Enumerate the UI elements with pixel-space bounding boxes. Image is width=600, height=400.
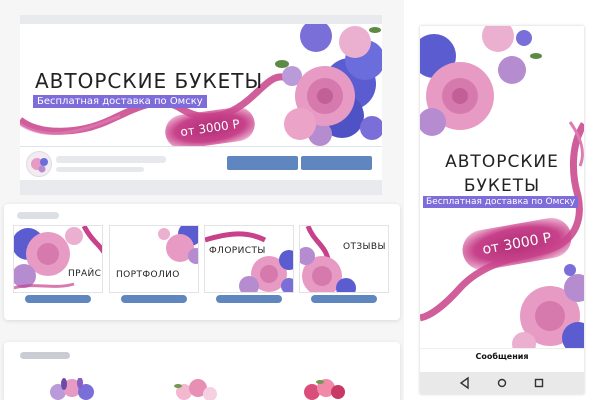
avatar-flowers-icon (27, 152, 51, 176)
product-bouquet-image[interactable] (296, 378, 352, 400)
cover-subtitle-badge: Бесплатная доставка по Омску (33, 95, 207, 108)
tile-flowers-image (205, 231, 293, 292)
mobile-cover-title-line2: БУКЕТЫ (463, 176, 541, 196)
android-nav-bar (420, 372, 584, 394)
mobile-cover-subtitle-badge: Бесплатная доставка по Омску (423, 196, 579, 208)
community-status-placeholder (56, 167, 144, 172)
menu-tile-portfolio[interactable]: ПОРТФОЛИО (109, 225, 199, 293)
menu-tile-price[interactable]: ПРАЙС (13, 225, 103, 293)
mobile-flowers-illustration (420, 26, 584, 356)
mobile-cover-title-line1: АВТОРСКИЕ (445, 152, 559, 172)
tile-flowers-image (158, 226, 198, 264)
menu-tile-florists[interactable]: ФЛОРИСТЫ (204, 225, 294, 293)
messages-button[interactable]: Сообщения (420, 348, 584, 364)
message-button[interactable] (301, 156, 372, 170)
menu-tile-label: ФЛОРИСТЫ (209, 246, 266, 256)
product-bouquet-image[interactable] (44, 378, 100, 400)
menu-tile-button[interactable] (216, 295, 282, 303)
product-bouquet-image[interactable] (168, 378, 224, 400)
menu-preview-panel: ПРАЙС ПОРТФОЛИО ФЛОРИСТЫ ОТЗЫВЫ (4, 204, 400, 320)
avatar[interactable] (26, 151, 52, 177)
menu-tile-reviews[interactable]: ОТЗЫВЫ (299, 225, 389, 293)
menu-tile-button[interactable] (121, 295, 187, 303)
subscribe-button[interactable] (227, 156, 298, 170)
menu-tile-label: ПОРТФОЛИО (116, 270, 180, 280)
tile-flowers-image (300, 226, 356, 292)
recents-icon[interactable] (528, 372, 550, 394)
mobile-cover-mockup: АВТОРСКИЕ БУКЕТЫ Бесплатная доставка по … (420, 26, 584, 394)
back-icon[interactable] (454, 372, 476, 394)
community-name-placeholder (56, 156, 166, 163)
community-profile-bar (20, 146, 382, 180)
cover-title: АВТОРСКИЕ БУКЕТЫ (35, 69, 264, 93)
menu-tile-label: ОТЗЫВЫ (343, 242, 386, 252)
home-icon[interactable] (491, 372, 513, 394)
menu-header-placeholder (17, 212, 59, 219)
menu-tile-button[interactable] (25, 295, 91, 303)
menu-tile-button[interactable] (311, 295, 377, 303)
menu-tile-label: ПРАЙС (68, 269, 102, 279)
products-header-placeholder (20, 352, 70, 359)
community-cover: АВТОРСКИЕ БУКЕТЫ Бесплатная доставка по … (20, 24, 382, 146)
products-preview-panel (4, 342, 400, 400)
tile-flowers-image (14, 226, 102, 290)
